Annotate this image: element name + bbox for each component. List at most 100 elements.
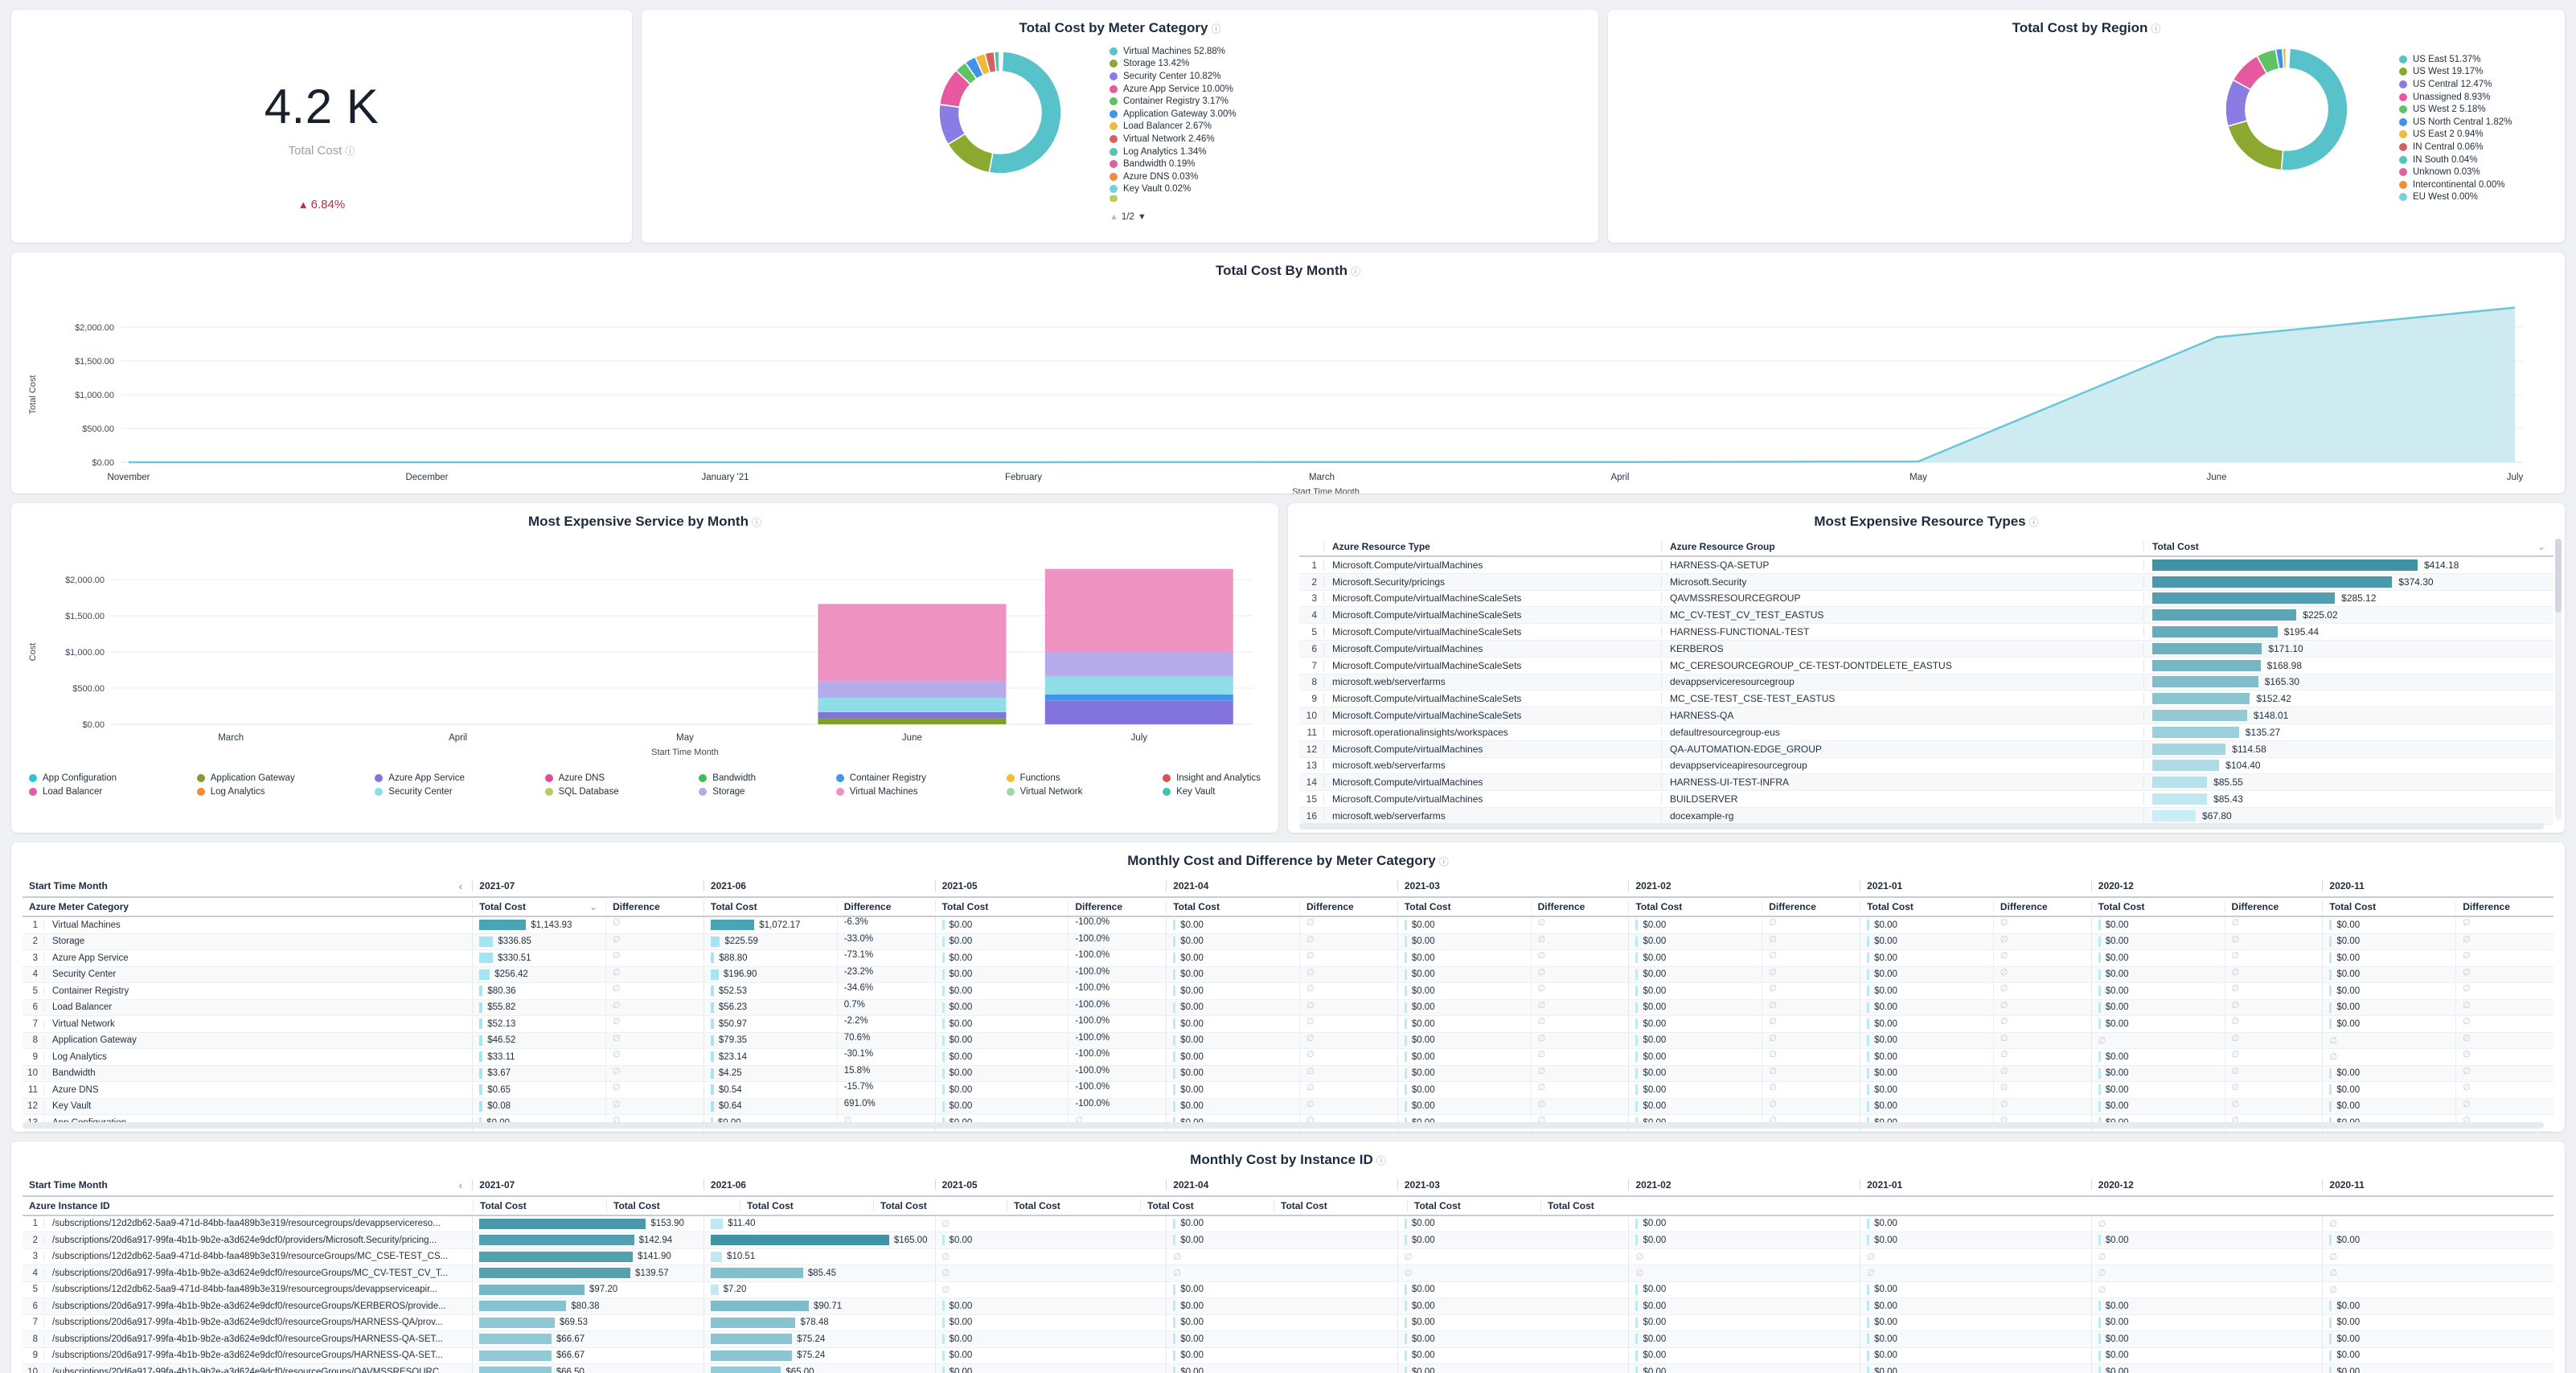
table-row[interactable]: 4Security Center$256.42∅$196.90-23.2%$0.… — [23, 967, 2553, 984]
total-cost-header[interactable]: Total Cost — [606, 1200, 740, 1211]
table-row[interactable]: 9Log Analytics$33.11∅$23.14-30.1%$0.00-1… — [23, 1049, 2553, 1066]
table-row[interactable]: 3Azure App Service$330.51∅$88.80-73.1%$0… — [23, 950, 2553, 967]
legend-item[interactable]: Virtual Machines — [836, 785, 926, 798]
table-row[interactable]: 9/subscriptions/20d6a917-99fa-4b1b-9b2e-… — [23, 1348, 2553, 1365]
legend-item[interactable]: Log Analytics — [197, 785, 295, 798]
month-header[interactable]: 2021-04 — [1166, 1179, 1397, 1191]
legend-item[interactable]: Storage 13.42% — [1110, 58, 1237, 71]
table-row[interactable]: 1Virtual Machines$1,143.93∅$1,072.17-6.3… — [23, 917, 2553, 934]
month-header[interactable]: 2020-12 — [2091, 880, 2323, 891]
donut-segment[interactable] — [2288, 48, 2290, 68]
difference-header[interactable]: Difference — [605, 901, 703, 912]
table-row[interactable]: 10Microsoft.Compute/virtualMachineScaleS… — [1299, 707, 2553, 724]
chevron-left-icon[interactable]: ‹ — [459, 879, 473, 892]
table-row[interactable]: 3Microsoft.Compute/virtualMachineScaleSe… — [1299, 591, 2553, 608]
month-header[interactable]: 2021-02 — [1628, 1179, 1860, 1191]
total-cost-header[interactable]: Total Cost — [1397, 901, 1531, 912]
table-row[interactable]: 2Storage$336.85∅$225.59-33.0%$0.00-100.0… — [23, 934, 2553, 951]
table-row[interactable]: 5/subscriptions/12d2db62-5aa9-471d-84bb-… — [23, 1282, 2553, 1299]
legend-item[interactable]: Azure App Service — [375, 771, 465, 785]
legend-item[interactable]: Virtual Network — [1007, 785, 1083, 798]
table-row[interactable]: 16microsoft.web/serverfarmsdocexample-rg… — [1299, 808, 2553, 825]
legend-item[interactable]: Virtual Network 2.46% — [1110, 133, 1237, 145]
info-icon[interactable]: ⓘ — [1211, 23, 1220, 35]
chevron-left-icon[interactable]: ‹ — [459, 1178, 473, 1191]
table-row[interactable]: 1/subscriptions/12d2db62-5aa9-471d-84bb-… — [23, 1216, 2553, 1233]
area-fill[interactable] — [129, 308, 2515, 462]
resource-group-header[interactable]: Azure Resource Group — [1661, 541, 2143, 552]
legend-item[interactable]: IN Central 0.06% — [2399, 141, 2512, 154]
horizontal-scrollbar[interactable] — [23, 1122, 2544, 1129]
legend-item[interactable]: Virtual Machines 52.88% — [1110, 45, 1237, 58]
donut-segment[interactable] — [1001, 51, 1003, 72]
month-header[interactable]: 2020-11 — [2322, 1179, 2553, 1191]
difference-header[interactable]: Difference — [1531, 901, 1629, 912]
table-row[interactable]: 7Virtual Network$52.13∅$50.97-2.2%$0.00-… — [23, 1016, 2553, 1033]
total-cost-header[interactable]: Total Cost — [740, 1200, 873, 1211]
legend-item[interactable]: EU West 0.00% — [2399, 191, 2512, 204]
total-cost-header[interactable]: Total Cost — [1860, 901, 1993, 912]
legend-item[interactable]: US West 19.17% — [2399, 66, 2512, 79]
table-row[interactable]: 4Microsoft.Compute/virtualMachineScaleSe… — [1299, 607, 2553, 624]
table-row[interactable]: 12Key Vault$0.08∅$0.64691.0%$0.00-100.0%… — [23, 1099, 2553, 1116]
info-icon[interactable]: ⓘ — [752, 517, 761, 528]
bar-segment[interactable] — [818, 604, 1006, 682]
month-header[interactable]: 2021-06 — [703, 880, 935, 891]
legend-item[interactable]: Intercontinental 0.00% — [2399, 178, 2512, 191]
table-row[interactable]: 5Container Registry$80.36∅$52.53-34.6%$0… — [23, 983, 2553, 1000]
month-header[interactable]: 2021-01 — [1860, 1179, 2091, 1191]
bar-segment[interactable] — [1045, 652, 1233, 676]
total-cost-header[interactable]: Total Cost — [1140, 1200, 1274, 1211]
total-cost-header[interactable]: Total Cost — [1274, 1200, 1407, 1211]
legend-item[interactable]: Log Analytics 1.34% — [1110, 145, 1237, 158]
table-row[interactable]: 8/subscriptions/20d6a917-99fa-4b1b-9b2e-… — [23, 1331, 2553, 1348]
legend-item[interactable]: Unassigned 8.93% — [2399, 91, 2512, 104]
donut-segment[interactable] — [2281, 48, 2348, 170]
legend-item[interactable]: Security Center 10.82% — [1110, 70, 1237, 83]
bar-segment[interactable] — [818, 712, 1006, 719]
table-row[interactable]: 10/subscriptions/20d6a917-99fa-4b1b-9b2e… — [23, 1364, 2553, 1373]
difference-header[interactable]: Difference — [2225, 901, 2323, 912]
total-cost-header[interactable]: Total Cost — [1166, 901, 1299, 912]
legend-item[interactable]: US East 51.37% — [2399, 53, 2512, 66]
legend-item[interactable]: Functions — [1007, 771, 1083, 785]
month-header[interactable]: 2020-11 — [2322, 880, 2553, 891]
month-header[interactable]: 2021-05 — [935, 1179, 1167, 1191]
month-header[interactable]: 2021-07 — [472, 880, 703, 891]
difference-header[interactable]: Difference — [1993, 901, 2091, 912]
difference-header[interactable]: Difference — [1068, 901, 1166, 912]
legend-item[interactable]: Security Center — [375, 785, 465, 798]
table-row[interactable]: 5Microsoft.Compute/virtualMachineScaleSe… — [1299, 624, 2553, 641]
total-cost-header[interactable]: Total Cost — [1007, 1200, 1140, 1211]
table-row[interactable]: 4/subscriptions/20d6a917-99fa-4b1b-9b2e-… — [23, 1265, 2553, 1282]
month-header[interactable]: 2021-03 — [1397, 1179, 1629, 1191]
month-header[interactable]: 2021-02 — [1628, 880, 1860, 891]
total-cost-header[interactable]: Total Cost — [703, 901, 837, 912]
table-row[interactable]: 14Microsoft.Compute/virtualMachinesHARNE… — [1299, 774, 2553, 791]
total-cost-header[interactable]: Total Cost — [1407, 1200, 1540, 1211]
month-header[interactable]: 2021-05 — [935, 880, 1167, 891]
month-header[interactable]: 2021-07 — [472, 1179, 703, 1191]
info-icon[interactable]: ⓘ — [1351, 266, 1360, 277]
month-header[interactable]: 2021-06 — [703, 1179, 935, 1191]
table-row[interactable]: 2Microsoft.Security/pricingsMicrosoft.Se… — [1299, 574, 2553, 591]
total-cost-header[interactable]: Total Cost — [1540, 1200, 1674, 1211]
donut-segment[interactable] — [2228, 121, 2283, 170]
total-cost-header[interactable]: Total Cost — [2322, 901, 2455, 912]
table-row[interactable]: 8Application Gateway$46.52∅$79.3570.6%$0… — [23, 1033, 2553, 1050]
table-row[interactable]: 6/subscriptions/20d6a917-99fa-4b1b-9b2e-… — [23, 1298, 2553, 1315]
pager-up-icon[interactable]: ▲ — [1110, 212, 1118, 222]
legend-item[interactable]: Container Registry 3.17% — [1110, 95, 1237, 108]
table-row[interactable]: 8microsoft.web/serverfarmsdevappservicer… — [1299, 674, 2553, 691]
total-cost-header[interactable]: Total Cost ⌄ — [2143, 541, 2553, 552]
scrollbar-thumb[interactable] — [2555, 539, 2562, 613]
legend-item[interactable]: US West 2 5.18% — [2399, 103, 2512, 116]
difference-header[interactable]: Difference — [2455, 901, 2553, 912]
legend-item[interactable]: US North Central 1.82% — [2399, 116, 2512, 129]
month-header[interactable]: 2021-01 — [1860, 880, 2091, 891]
legend-item[interactable]: Load Balancer — [29, 785, 117, 798]
total-cost-header[interactable]: Total Cost — [1628, 901, 1762, 912]
legend-item[interactable]: Insight and Analytics — [1163, 771, 1261, 785]
bar-segment[interactable] — [1045, 569, 1233, 652]
difference-header[interactable]: Difference — [1762, 901, 1860, 912]
